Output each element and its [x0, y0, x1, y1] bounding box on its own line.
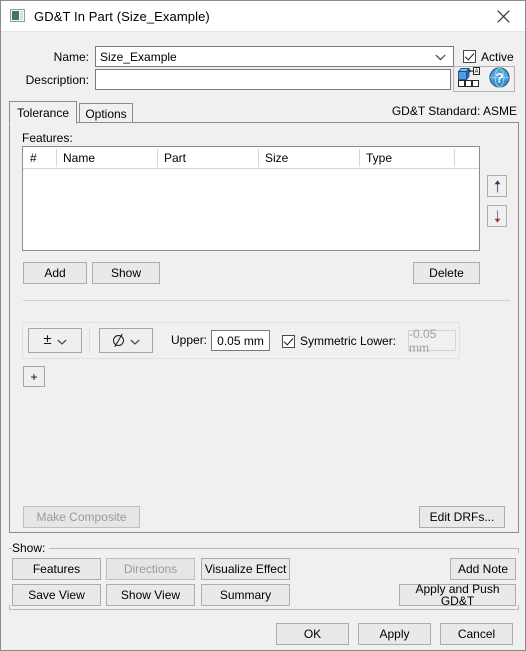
- window-title: GD&T In Part (Size_Example): [34, 8, 210, 24]
- show-group-line-top: [9, 548, 519, 549]
- tab-tolerance-label: Tolerance: [16, 105, 70, 120]
- tolerance-divider: [89, 327, 90, 354]
- features-table-header: # Name Part Size Type: [23, 147, 479, 169]
- plus-minus-symbol: ±: [43, 331, 52, 348]
- column-header-type[interactable]: Type: [359, 147, 454, 168]
- name-combobox[interactable]: Size_Example: [95, 46, 454, 67]
- show-directions-button: Directions: [106, 558, 195, 580]
- chevron-down-icon: [130, 334, 140, 348]
- arrow-down-icon: [494, 210, 500, 223]
- features-separator: [23, 300, 510, 301]
- tab-options[interactable]: Options: [79, 103, 133, 123]
- apply-button[interactable]: Apply: [358, 623, 431, 645]
- edit-drfs-button[interactable]: Edit DRFs...: [419, 506, 505, 528]
- delete-feature-button[interactable]: Delete: [413, 262, 480, 284]
- help-globe-icon[interactable]: ?: [489, 67, 510, 91]
- make-composite-button: Make Composite: [23, 506, 140, 528]
- svg-text:A: A: [475, 69, 479, 75]
- save-view-button[interactable]: Save View: [12, 584, 101, 606]
- arrow-up-icon: [494, 179, 500, 192]
- column-header-part[interactable]: Part: [157, 147, 258, 168]
- description-row: Description:: [15, 69, 455, 90]
- description-icon-bar: A ?: [453, 66, 515, 92]
- move-down-button[interactable]: [487, 205, 507, 227]
- description-input[interactable]: [95, 69, 451, 90]
- tolerance-modifier-dropdown[interactable]: [99, 328, 153, 353]
- symmetric-lower-label: Symmetric Lower:: [300, 334, 397, 348]
- features-label: Features:: [22, 131, 73, 145]
- symmetric-lower-checkbox-box: [282, 334, 295, 348]
- titlebar: GD&T In Part (Size_Example): [1, 1, 525, 32]
- active-checkbox-box: [463, 50, 476, 63]
- active-label: Active: [481, 49, 514, 64]
- close-icon[interactable]: [481, 1, 525, 31]
- add-tolerance-row-button[interactable]: +: [23, 366, 45, 387]
- visualize-effect-button[interactable]: Visualize Effect: [201, 558, 290, 580]
- add-feature-button[interactable]: Add: [23, 262, 87, 284]
- gdt-standard-text: GD&T Standard: ASME: [391, 104, 517, 118]
- active-checkbox[interactable]: Active: [463, 50, 514, 64]
- show-feature-button[interactable]: Show: [92, 262, 160, 284]
- show-group-tick-right: [518, 605, 519, 610]
- app-icon: [10, 8, 26, 24]
- tab-tolerance[interactable]: Tolerance: [9, 101, 77, 124]
- tab-options-label: Options: [85, 106, 127, 121]
- upper-label: Upper:: [171, 333, 208, 347]
- diameter-symbol: [112, 333, 125, 348]
- tolerance-row: ± Upper: 0.05 mm Symmetric Lower: -0.05 …: [22, 322, 460, 359]
- show-view-button[interactable]: Show View: [106, 584, 195, 606]
- show-features-button[interactable]: Features: [12, 558, 101, 580]
- description-label: Description:: [25, 72, 89, 87]
- chevron-down-icon: [435, 50, 446, 64]
- chevron-down-icon: [57, 334, 67, 348]
- cancel-button[interactable]: Cancel: [440, 623, 513, 645]
- name-value: Size_Example: [100, 49, 177, 64]
- name-label: Name:: [53, 49, 89, 64]
- upper-value-input[interactable]: 0.05 mm: [211, 330, 270, 351]
- show-group-label: Show:: [12, 541, 50, 555]
- column-header-index[interactable]: #: [23, 147, 56, 168]
- lower-value-input: -0.05 mm: [408, 327, 456, 355]
- tolerance-type-dropdown[interactable]: ±: [28, 328, 82, 353]
- features-table[interactable]: # Name Part Size Type: [22, 146, 480, 251]
- gdt-dialog-window: GD&T In Part (Size_Example) Name: Size_E…: [0, 0, 526, 651]
- add-note-button[interactable]: Add Note: [450, 558, 516, 580]
- column-header-size[interactable]: Size: [258, 147, 359, 168]
- gdt-matrix-icon[interactable]: A: [457, 67, 481, 91]
- show-group-tick-left: [9, 605, 10, 610]
- summary-button[interactable]: Summary: [201, 584, 290, 606]
- symmetric-lower-checkbox[interactable]: Symmetric Lower:: [282, 334, 396, 348]
- ok-button[interactable]: OK: [276, 623, 349, 645]
- name-row: Name: Size_Example Active: [15, 46, 515, 67]
- show-group-tick-top-right: [518, 548, 519, 553]
- show-group-line-bottom: [9, 609, 519, 610]
- svg-text:?: ?: [495, 69, 504, 85]
- move-up-button[interactable]: [487, 175, 507, 197]
- apply-and-push-gdt-button[interactable]: Apply and Push GD&T: [399, 583, 516, 607]
- column-header-name[interactable]: Name: [56, 147, 157, 168]
